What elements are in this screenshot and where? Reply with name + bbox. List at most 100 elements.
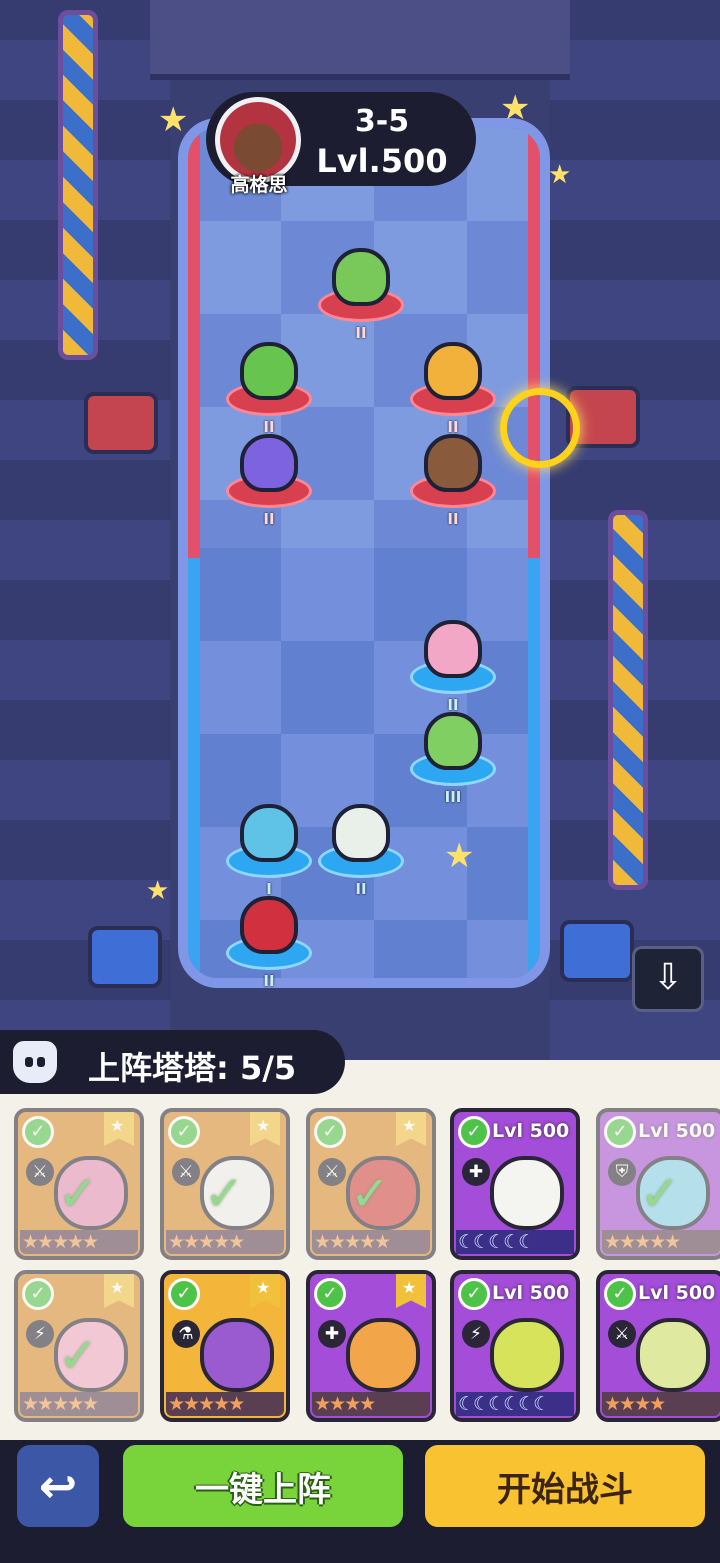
avatar-face [220,102,296,178]
back-button[interactable]: ↩ [12,1440,104,1532]
card-stars: ★★★★★ [166,1392,284,1416]
enemy-unit[interactable]: II [410,422,496,528]
opponent-level: Lvl.500 [316,142,448,180]
star-ribbon-icon [396,1274,426,1308]
cat-mascot-icon [10,1038,60,1086]
monster-card[interactable]: ✓ ✚ ★★★★ [306,1270,436,1422]
target-ring [500,388,580,468]
monster-portrait [200,1318,274,1392]
heal-icon: ✚ [318,1320,346,1348]
monster-card[interactable]: ✓ ⚡ ✓ ★★★★★ [14,1270,144,1422]
monster-portrait [490,1156,564,1230]
right-banner [608,510,648,890]
top-rail [150,0,570,80]
card-level: Lvl 500 [638,1282,716,1304]
check-icon: ✓ [22,1116,54,1148]
card-stars: ★★★★★ [312,1230,430,1254]
monster-sprite [240,804,298,862]
unit-rank: II [263,510,275,528]
monster-portrait [636,1318,710,1392]
blue-cat-pillar [560,920,634,982]
monster-card[interactable]: ✓ ⚔ ✓ ★★★★★ [306,1108,436,1260]
card-stars: ★★★★ [602,1392,720,1416]
monster-card[interactable]: ✓ ⚔ ✓ ★★★★★ [160,1108,290,1260]
check-icon: ✓ [22,1278,54,1310]
decor-star-icon: ★ [158,100,189,140]
deployed-check-icon: ✓ [350,1166,391,1222]
blue-cat-pillar [88,926,162,988]
check-icon: ✓ [168,1116,200,1148]
monster-portrait [346,1318,420,1392]
auto-deploy-label: 一键上阵 [195,1469,331,1510]
monster-sprite [424,620,482,678]
opponent-name: 高格思 [230,174,288,196]
decor-star-icon: ★ [444,836,475,876]
enemy-unit[interactable]: II [318,236,404,342]
battle-stage: ★ ★ ★ ★ ★ II II II II II II III I II II … [0,0,720,1060]
monster-card[interactable]: ✓ Lvl 500 ⚔ ★★★★ [596,1270,720,1422]
monster-card[interactable]: ✓ ⚗ ★★★★★ [160,1270,290,1422]
decor-star-icon: ★ [548,160,572,190]
decor-star-icon: ★ [146,876,170,906]
monster-sprite [424,342,482,400]
start-battle-button[interactable]: 开始战斗 [420,1440,710,1532]
deployed-check-icon: ✓ [58,1166,99,1222]
star-ribbon-icon [104,1274,134,1308]
back-icon: ↩ [38,1459,78,1513]
star-ribbon-icon [250,1112,280,1146]
enemy-unit[interactable]: II [226,330,312,436]
card-level: Lvl 500 [492,1120,570,1142]
unit-rank: II [263,972,275,990]
check-icon: ✓ [604,1116,636,1148]
star-ribbon-icon [396,1112,426,1146]
monster-card[interactable]: ✓ Lvl 500 ✚ ☾☾☾☾☾ [450,1108,580,1260]
card-level: Lvl 500 [492,1282,570,1304]
card-level: Lvl 500 [638,1120,716,1142]
download-icon[interactable]: ⇩ [632,946,704,1012]
check-icon: ✓ [314,1116,346,1148]
check-icon: ✓ [458,1116,490,1148]
class-icon: ⚔ [318,1158,346,1186]
check-icon: ✓ [458,1278,490,1310]
potion-icon: ⚗ [172,1320,200,1348]
enemy-unit[interactable]: II [226,422,312,528]
unit-rank: III [444,788,462,806]
class-icon: ⚔ [608,1320,636,1348]
decor-star-icon: ★ [500,88,531,128]
ally-side-marker [528,558,540,978]
check-icon: ✓ [314,1278,346,1310]
class-icon: ⚡ [26,1320,54,1348]
class-icon: ⚔ [172,1158,200,1186]
auto-deploy-button[interactable]: 一键上阵 [118,1440,408,1532]
check-icon: ✓ [604,1278,636,1310]
unit-rank: II [447,510,459,528]
enemy-unit[interactable]: II [410,330,496,436]
ally-unit[interactable]: II [410,608,496,714]
ally-unit[interactable]: II [318,792,404,898]
monster-card[interactable]: ✓ Lvl 500 ⚡ ☾☾☾☾☾☾ [450,1270,580,1422]
card-moons: ☾☾☾☾☾ [456,1230,574,1254]
class-icon: ⚔ [26,1158,54,1186]
monster-sprite [424,434,482,492]
card-stars: ★★★★★ [20,1392,138,1416]
check-icon: ✓ [168,1278,200,1310]
unit-rank: II [355,324,367,342]
monster-sprite [240,434,298,492]
ally-unit[interactable]: I [226,792,312,898]
stage-number: 3-5 [354,104,410,139]
monster-card-grid: ✓ ⚔ ✓ ★★★★★ ✓ ⚔ ✓ ★★★★★ ✓ ⚔ ✓ ★★★★★ ✓ Lv… [14,1100,720,1440]
card-stars: ★★★★★ [602,1230,720,1254]
shield-icon: ⛨ [608,1158,636,1186]
card-stars: ★★★★★ [166,1230,284,1254]
deployed-check-icon: ✓ [204,1166,245,1222]
monster-sprite [332,804,390,862]
class-icon: ✚ [462,1158,490,1186]
ally-unit[interactable]: III [410,700,496,806]
monster-card[interactable]: ✓ ⚔ ✓ ★★★★★ [14,1108,144,1260]
monster-sprite [240,896,298,954]
enemy-side-marker [528,128,540,558]
start-battle-label: 开始战斗 [497,1469,633,1510]
ally-unit[interactable]: II [226,884,312,990]
deploy-count-label: 上阵塔塔: 5/5 [88,1049,297,1087]
monster-card[interactable]: ✓ Lvl 500 ⛨ ✓ ★★★★★ [596,1108,720,1260]
